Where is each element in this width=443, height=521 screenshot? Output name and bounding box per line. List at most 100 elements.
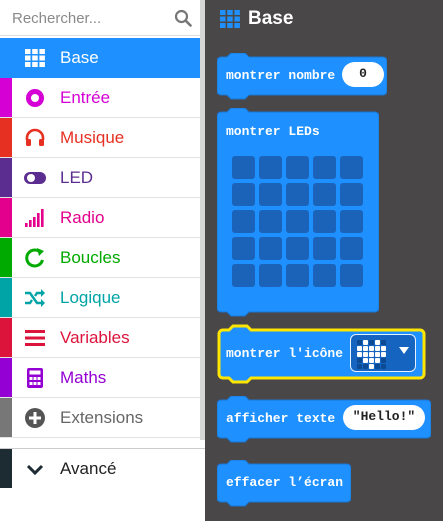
- led-cell[interactable]: [259, 237, 282, 260]
- heart-pixel: [357, 352, 362, 357]
- signal-bars-icon: [25, 209, 44, 227]
- led-cell[interactable]: [340, 183, 363, 206]
- led-cell[interactable]: [340, 210, 363, 233]
- block-label: montrer LEDs: [226, 124, 320, 139]
- target-icon: [26, 89, 44, 107]
- category-led[interactable]: LED: [0, 158, 205, 198]
- category-color-bar: [0, 198, 12, 237]
- led-cell[interactable]: [232, 237, 255, 260]
- flyout-title-label: Base: [248, 8, 294, 29]
- category-base[interactable]: Base: [0, 38, 205, 78]
- category-extensions[interactable]: Extensions: [0, 398, 205, 438]
- heart-pixel: [381, 340, 386, 345]
- led-cell[interactable]: [286, 210, 309, 233]
- category-advanced[interactable]: Avancé: [0, 448, 205, 488]
- toolbox: Base Entrée Musique LED: [0, 0, 205, 521]
- heart-pixel: [363, 352, 368, 357]
- heart-pixel: [381, 352, 386, 357]
- block-show-string[interactable]: afficher texte "Hello!": [217, 396, 431, 444]
- category-label: Radio: [60, 208, 105, 227]
- category-color-bar: [0, 449, 12, 488]
- category-label: Maths: [60, 368, 107, 387]
- category-label: Musique: [60, 128, 125, 147]
- heart-pixel: [375, 358, 380, 363]
- heart-pixel: [363, 346, 368, 351]
- grid-icon: [25, 49, 45, 67]
- heart-pixel: [363, 364, 368, 369]
- calculator-icon: [27, 368, 43, 388]
- search-icon[interactable]: [174, 9, 192, 27]
- led-cell[interactable]: [313, 237, 336, 260]
- led-cell[interactable]: [286, 156, 309, 179]
- heart-pixel: [381, 364, 386, 369]
- heart-pixel: [369, 346, 374, 351]
- led-cell[interactable]: [232, 183, 255, 206]
- led-cell[interactable]: [340, 264, 363, 287]
- category-input[interactable]: Entrée: [0, 78, 205, 118]
- block-label: montrer nombre: [226, 68, 336, 83]
- icon-dropdown[interactable]: [350, 334, 416, 372]
- led-cell[interactable]: [286, 237, 309, 260]
- led-cell[interactable]: [340, 156, 363, 179]
- block-label: afficher texte: [226, 411, 336, 426]
- heart-pixel: [357, 340, 362, 345]
- category-music[interactable]: Musique: [0, 118, 205, 158]
- category-color-bar: [0, 118, 12, 157]
- toggle-icon: [24, 172, 46, 184]
- category-loops[interactable]: Boucles: [0, 238, 205, 278]
- dropdown-caret-icon: [399, 347, 409, 354]
- heart-pixel: [375, 352, 380, 357]
- category-color-bar: [0, 238, 12, 277]
- category-label: Base: [60, 48, 99, 67]
- block-clear-screen[interactable]: effacer l’écran: [217, 460, 351, 508]
- chevron-down-icon: [26, 464, 44, 476]
- block-show-number[interactable]: montrer nombre 0: [217, 53, 387, 101]
- category-variables[interactable]: Variables: [0, 318, 205, 358]
- category-color-bar: [0, 318, 12, 357]
- heart-pixel: [375, 346, 380, 351]
- category-color-bar: [0, 398, 12, 437]
- category-logic[interactable]: Logique: [0, 278, 205, 318]
- heart-pixel: [363, 358, 368, 363]
- heart-pixel: [375, 364, 380, 369]
- led-matrix[interactable]: [232, 156, 363, 287]
- blocks-flyout: Base montrer nombre 0 montrer LEDs montr…: [205, 0, 443, 521]
- led-cell[interactable]: [286, 183, 309, 206]
- category-label: LED: [60, 168, 94, 187]
- led-cell[interactable]: [313, 210, 336, 233]
- led-cell[interactable]: [286, 264, 309, 287]
- led-cell[interactable]: [232, 264, 255, 287]
- led-cell[interactable]: [232, 210, 255, 233]
- led-cell[interactable]: [259, 183, 282, 206]
- heart-pixel: [381, 358, 386, 363]
- category-label: Entrée: [60, 88, 111, 107]
- number-input[interactable]: 0: [342, 62, 384, 87]
- category-label: Avancé: [60, 459, 117, 478]
- led-cell[interactable]: [259, 264, 282, 287]
- heart-pixel: [369, 364, 374, 369]
- heart-pixel: [369, 358, 374, 363]
- heart-pixel: [357, 346, 362, 351]
- string-input[interactable]: "Hello!": [343, 405, 425, 430]
- led-cell[interactable]: [313, 264, 336, 287]
- led-cell[interactable]: [313, 183, 336, 206]
- led-cell[interactable]: [232, 156, 255, 179]
- category-color-bar: [0, 278, 12, 317]
- block-show-leds[interactable]: montrer LEDs: [217, 108, 379, 318]
- led-cell[interactable]: [313, 156, 336, 179]
- led-cell[interactable]: [259, 210, 282, 233]
- category-color-bar: [0, 358, 12, 397]
- category-math[interactable]: Maths: [0, 358, 205, 398]
- led-cell[interactable]: [340, 237, 363, 260]
- category-label: Logique: [60, 288, 121, 307]
- search-bar: [0, 0, 205, 36]
- heart-pixel: [363, 340, 368, 345]
- search-input[interactable]: [12, 5, 172, 31]
- heart-pixel: [357, 364, 362, 369]
- block-show-icon[interactable]: montrer l'icône: [217, 324, 426, 386]
- category-label: Extensions: [60, 408, 144, 427]
- grid-icon: [220, 10, 240, 28]
- category-radio[interactable]: Radio: [0, 198, 205, 238]
- category-color-bar: [0, 78, 12, 117]
- led-cell[interactable]: [259, 156, 282, 179]
